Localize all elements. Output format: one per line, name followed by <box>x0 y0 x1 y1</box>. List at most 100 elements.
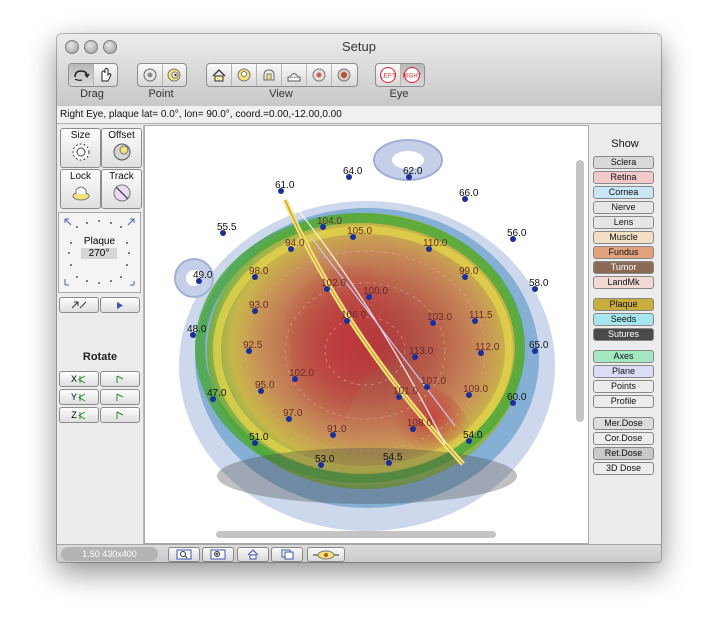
hand-drag-button[interactable] <box>94 64 118 86</box>
dose-point-label: 54.0 <box>463 430 483 441</box>
view-bottom-button[interactable] <box>282 64 307 86</box>
dose-point-label: 49.0 <box>193 270 213 281</box>
point-eye-icon <box>143 68 157 82</box>
show-toggle-nerve[interactable]: Nerve <box>593 201 654 214</box>
dose-point-label: 102.0 <box>321 278 346 289</box>
view-front-button[interactable] <box>307 64 332 86</box>
zoom-home-button[interactable] <box>237 547 269 562</box>
show-toggle-axes[interactable]: Axes <box>593 350 654 363</box>
point-target-button[interactable] <box>163 64 187 86</box>
show-toggle-sutures[interactable]: Sutures <box>593 328 654 341</box>
show-toggle-seeds[interactable]: Seeds <box>593 313 654 326</box>
size-icon <box>72 143 89 161</box>
rotate-y-minus-button[interactable]: Y <box>59 389 99 405</box>
show-toggle-3d-dose[interactable]: 3D Dose <box>593 462 654 475</box>
dose-point-label: 108.0 <box>407 418 432 429</box>
rotate-z-plus-button[interactable] <box>100 407 140 423</box>
point-target-icon <box>167 68 181 82</box>
lock-button[interactable]: Lock <box>60 169 101 209</box>
plaque-rotation-control[interactable]: Plaque 270° <box>58 212 141 293</box>
rotate-z-minus-button[interactable]: Z <box>59 407 99 423</box>
show-toggle-tumor[interactable]: Tumor <box>593 261 654 274</box>
plaque-preview-button[interactable] <box>307 547 345 562</box>
right-eye-button[interactable]: RIGHT <box>400 64 424 86</box>
vertical-scrollbar[interactable] <box>576 160 584 422</box>
view-side-button[interactable] <box>257 64 282 86</box>
plaque-step-button[interactable] <box>100 297 140 313</box>
show-toggle-ret-dose[interactable]: Ret.Dose <box>593 447 654 460</box>
offset-label: Offset <box>108 130 135 141</box>
show-toggle-points[interactable]: Points <box>593 380 654 393</box>
dose-point-label: 105.0 <box>347 226 372 237</box>
eye-3d-view[interactable]: 64.0 61.0 62.0 66.0 55.5 56.0 49.0 58.0 48.0 65.0… <box>144 125 589 544</box>
show-toggle-cor-dose[interactable]: Cor.Dose <box>593 432 654 445</box>
rotate-left-icon <box>77 411 86 419</box>
rotate-drag-button[interactable] <box>69 64 94 86</box>
view-front-icon <box>312 68 326 82</box>
dose-point-label: 103.0 <box>427 312 452 323</box>
track-button[interactable]: Track <box>101 169 142 209</box>
dose-point-label: 102.0 <box>289 368 314 379</box>
dose-point-label: 106.0 <box>341 310 366 321</box>
dose-point-label: 56.0 <box>507 228 527 239</box>
offset-button[interactable]: Offset <box>101 128 142 168</box>
drag-group <box>68 63 118 87</box>
bottom-bar: 1.50 430x400 <box>57 544 661 562</box>
rotate-left-icon <box>78 375 86 383</box>
size-button[interactable]: Size <box>60 128 101 168</box>
show-toggle-lens[interactable]: Lens <box>593 216 654 229</box>
snapshot-button[interactable] <box>271 547 303 562</box>
show-toggle-mer-dose[interactable]: Mer.Dose <box>593 417 654 430</box>
show-toggle-plane[interactable]: Plane <box>593 365 654 378</box>
right-eye-icon: RIGHT <box>403 67 422 83</box>
show-toggle-fundus[interactable]: Fundus <box>593 246 654 259</box>
dose-point-label: 55.5 <box>217 222 237 233</box>
eye-group: LEFT RIGHT <box>375 63 425 87</box>
flip-icon <box>71 301 87 309</box>
rotate-x-minus-button[interactable]: X <box>59 371 99 387</box>
dose-point-label: 65.0 <box>529 340 549 351</box>
dose-point-label: 66.0 <box>459 188 479 199</box>
track-label: Track <box>109 171 134 182</box>
plaque-angle-value: 270° <box>81 248 117 259</box>
setup-window: Setup Drag Point View LEFT RIGHT Eye Rig… <box>57 34 661 562</box>
plaque-icon <box>313 550 339 560</box>
rotate-x-plus-button[interactable] <box>100 371 140 387</box>
rotate-right-icon <box>116 393 124 401</box>
show-toggle-muscle[interactable]: Muscle <box>593 231 654 244</box>
eye-dose-render[interactable]: 64.0 61.0 62.0 66.0 55.5 56.0 49.0 58.0 48.0 65.0… <box>145 126 588 543</box>
rotate-y-plus-button[interactable] <box>100 389 140 405</box>
view-back-button[interactable] <box>332 64 356 86</box>
left-control-panel: Size Offset Lock Track Plaque 270° Rotat… <box>57 125 144 544</box>
flip-plaque-button[interactable] <box>59 297 99 313</box>
dose-point-label: 100.0 <box>363 286 388 297</box>
dose-point-label: 95.0 <box>255 380 275 391</box>
view-top-button[interactable] <box>232 64 257 86</box>
status-line: Right Eye, plaque lat= 0.0°, lon= 90.0°,… <box>57 106 661 124</box>
rotate-label: Rotate <box>82 351 118 363</box>
view-bottom-icon <box>287 73 301 82</box>
show-toggle-landmk[interactable]: LandMk <box>593 276 654 289</box>
zoom-in-button[interactable] <box>202 547 234 562</box>
dose-point-label: 112.0 <box>475 342 500 353</box>
dose-point-label: 99.0 <box>459 266 479 277</box>
show-toggle-sclera[interactable]: Sclera <box>593 156 654 169</box>
show-toggle-plaque[interactable]: Plaque <box>593 298 654 311</box>
view-home-button[interactable] <box>207 64 232 86</box>
left-eye-button[interactable]: LEFT <box>376 64 401 86</box>
dose-point-label: 51.0 <box>249 432 269 443</box>
point-eye-button[interactable] <box>138 64 163 86</box>
dose-point-label: 93.0 <box>249 300 269 311</box>
zoom-out-button[interactable] <box>168 547 200 562</box>
offset-icon <box>113 143 130 161</box>
track-icon <box>113 184 130 202</box>
view-side-icon <box>263 69 275 81</box>
lock-icon <box>72 186 89 201</box>
show-toggle-profile[interactable]: Profile <box>593 395 654 408</box>
dose-point-label: 111.5 <box>469 310 493 321</box>
view-group-label: View <box>269 88 293 100</box>
show-toggle-cornea[interactable]: Cornea <box>593 186 654 199</box>
horizontal-scrollbar[interactable] <box>216 531 496 538</box>
show-toggle-retina[interactable]: Retina <box>593 171 654 184</box>
right-eye-text: RIGHT <box>403 74 422 80</box>
